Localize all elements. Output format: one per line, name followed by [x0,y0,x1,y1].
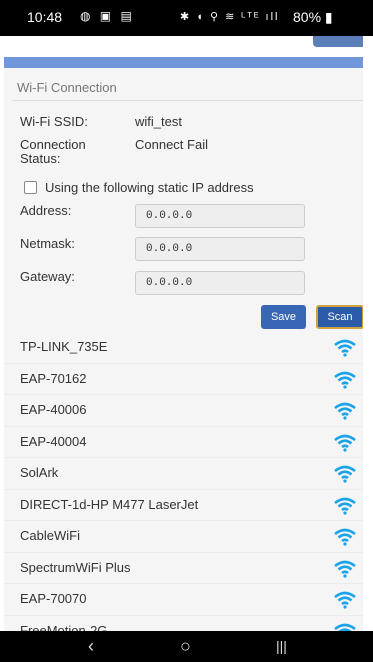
wifi-signal-icon [334,434,356,452]
static-ip-checkbox[interactable] [24,181,37,194]
wifi-signal-icon [334,465,356,483]
wifi-signal-icon [334,402,356,420]
wifi-network-row[interactable]: EAP-70070 [4,584,363,616]
address-label: Address: [20,203,72,218]
static-ip-label: Using the following static IP address [45,180,254,195]
netmask-label: Netmask: [20,236,75,251]
ssid-label: Wi-Fi SSID: [20,114,88,129]
home-button[interactable]: ○ [180,636,191,657]
status-label-line1: Connection [20,137,86,152]
wifi-signal-icon [334,497,356,515]
wifi-network-name: EAP-70070 [20,591,87,606]
scan-button[interactable]: Scan [316,305,363,329]
wifi-network-row[interactable]: EAP-70162 [4,364,363,395]
battery-percent: 80% [293,9,322,25]
notification-icons: ◍ ▣ ▤ [80,9,135,23]
wifi-signal-icon [334,560,356,578]
status-time: 10:48 [27,9,63,25]
wifi-network-name: FreeMotion-2G [20,622,108,632]
wifi-network-row[interactable]: DIRECT-1d-HP M477 LaserJet [4,490,363,521]
wifi-signal-icon [334,371,356,389]
wifi-network-name: SpectrumWiFi Plus [20,559,131,575]
wifi-network-row[interactable]: EAP-40004 [4,427,363,458]
top-button-stub[interactable] [313,36,363,47]
battery-indicator: 80% ▮ [293,9,333,25]
save-button[interactable]: Save [261,305,306,329]
status-value: Connect Fail [135,137,208,152]
wifi-network-row[interactable]: EAP-40006 [4,395,363,427]
signal-icons: ✱ ◖ ⚲ ≋ ᴸᵀᴱ ıll [180,11,280,23]
section-title: Wi-Fi Connection [12,76,363,101]
wifi-network-name: EAP-40004 [20,433,87,449]
wifi-signal-icon [334,591,356,609]
recents-button[interactable]: ||| [276,638,287,654]
wifi-network-name: SolArk [20,465,59,480]
ssid-value: wifi_test [135,114,182,129]
wifi-network-name: EAP-70162 [20,370,87,386]
wifi-signal-icon [334,528,356,546]
gateway-input[interactable] [135,271,305,295]
address-input[interactable] [135,204,305,228]
wifi-network-row[interactable]: TP-LINK_735E [4,332,363,364]
app-content: Wi-Fi Connection Wi-Fi SSID: wifi_test C… [4,36,363,631]
wifi-network-row[interactable]: FreeMotion-2G [4,616,363,632]
wifi-network-row[interactable]: SolArk [4,458,363,490]
wifi-network-name: DIRECT-1d-HP M477 LaserJet [20,496,199,512]
wifi-network-name: TP-LINK_735E [20,339,108,354]
wifi-signal-icon [334,623,356,631]
wifi-network-name: EAP-40006 [20,402,87,417]
header-bar [4,57,363,68]
back-button[interactable]: ‹ [88,636,94,657]
gateway-label: Gateway: [20,269,75,284]
system-nav-bar: ‹ ○ ||| [0,631,373,662]
status-bar: 10:48 ◍ ▣ ▤ ✱ ◖ ⚲ ≋ ᴸᵀᴱ ıll 80% ▮ [0,0,373,36]
status-label-line2: Status: [20,151,61,166]
wifi-network-name: CableWiFi [20,528,80,543]
netmask-input[interactable] [135,237,305,261]
wifi-network-row[interactable]: SpectrumWiFi Plus [4,553,363,584]
wifi-signal-icon [334,339,356,357]
wifi-network-list: TP-LINK_735E EAP-70162 EAP-40006 EAP-400… [4,332,363,631]
wifi-network-row[interactable]: CableWiFi [4,521,363,553]
